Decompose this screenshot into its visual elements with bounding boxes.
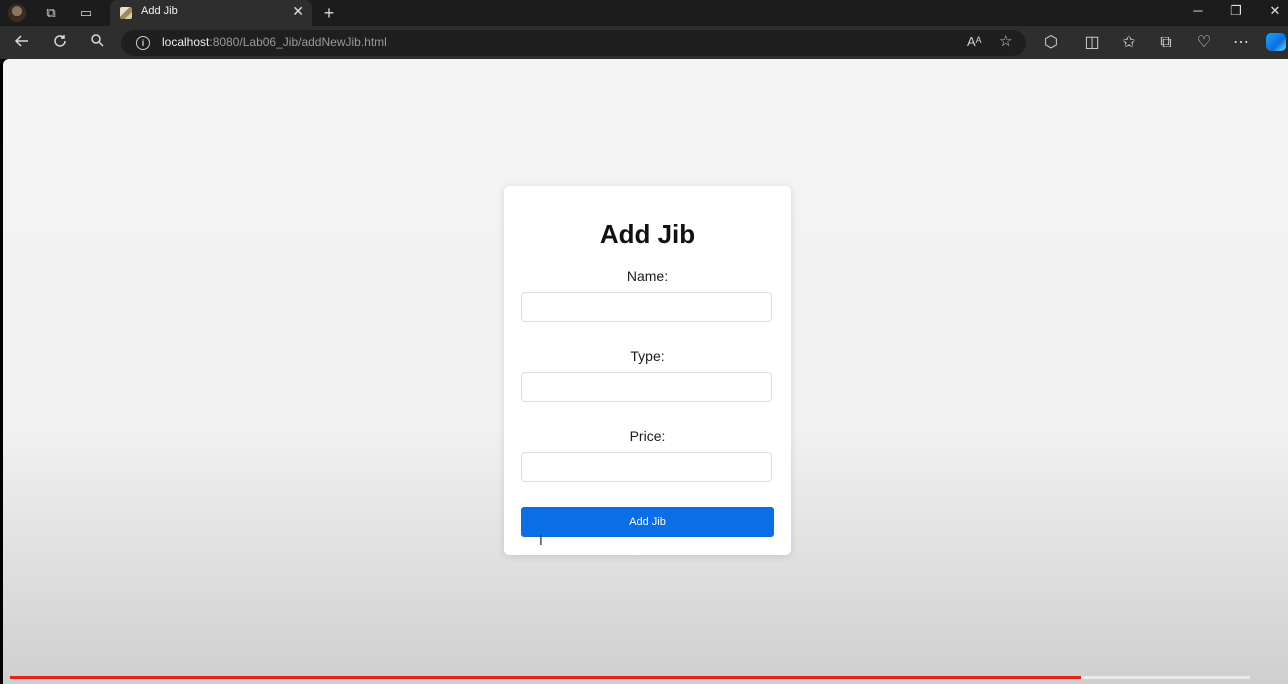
name-label: Name:: [626, 268, 669, 284]
name-input[interactable]: [521, 292, 772, 322]
profile-avatar[interactable]: [8, 4, 26, 22]
minimize-icon[interactable]: ─: [1188, 3, 1208, 18]
refresh-icon[interactable]: [50, 33, 70, 53]
restore-icon[interactable]: ❐: [1226, 3, 1246, 19]
type-label: Type:: [630, 348, 665, 364]
browser-titlebar: ⧉ ▭ Add Jib ✕ + ─ ❐ ✕: [0, 0, 1288, 26]
tab-close-icon[interactable]: ✕: [292, 3, 304, 20]
search-icon[interactable]: [87, 33, 107, 53]
back-arrow-icon[interactable]: [12, 33, 32, 53]
heart-pulse-icon[interactable]: ♡: [1194, 33, 1214, 53]
price-input[interactable]: [521, 452, 772, 482]
close-window-icon[interactable]: ✕: [1265, 3, 1285, 19]
favorites-icon[interactable]: ✩: [1119, 33, 1139, 53]
browser-toolbar: i localhost:8080/Lab06_Jib/addNewJib.htm…: [0, 26, 1288, 59]
tab-add-jib[interactable]: Add Jib ✕: [110, 0, 312, 26]
text-cursor-icon: I: [539, 534, 543, 549]
page-viewport: Add Jib Name: Type: Price: Add Jib I: [3, 59, 1288, 684]
url-text[interactable]: localhost:8080/Lab06_Jib/addNewJib.html: [162, 35, 387, 49]
add-jib-button[interactable]: Add Jib: [521, 507, 774, 537]
add-jib-form: Add Jib Name: Type: Price: Add Jib: [504, 186, 791, 555]
puzzle-icon[interactable]: ⬡: [1041, 33, 1061, 53]
video-progress-bar[interactable]: [10, 676, 1250, 679]
url-host: localhost: [162, 35, 210, 49]
url-path: :8080/Lab06_Jib/addNewJib.html: [209, 35, 387, 49]
tab-favicon: [120, 7, 132, 19]
more-icon[interactable]: ⋯: [1231, 33, 1251, 53]
read-aloud-icon[interactable]: Aᴬ: [967, 34, 982, 49]
video-progress-fill: [10, 676, 1082, 679]
star-icon[interactable]: ☆: [999, 32, 1012, 50]
price-label: Price:: [629, 428, 666, 444]
collections-icon[interactable]: ⧉: [1156, 33, 1176, 53]
split-screen-icon[interactable]: ◫: [1082, 33, 1102, 53]
copilot-icon[interactable]: [1266, 33, 1286, 51]
tab-actions-icon[interactable]: ▭: [77, 4, 95, 22]
info-icon[interactable]: i: [136, 36, 150, 50]
address-bar[interactable]: i localhost:8080/Lab06_Jib/addNewJib.htm…: [121, 30, 1026, 56]
form-title: Add Jib: [599, 219, 696, 249]
new-tab-button[interactable]: +: [320, 4, 338, 22]
tab-title: Add Jib: [141, 5, 178, 17]
type-input[interactable]: [521, 372, 772, 402]
workspaces-icon[interactable]: ⧉: [42, 4, 60, 22]
